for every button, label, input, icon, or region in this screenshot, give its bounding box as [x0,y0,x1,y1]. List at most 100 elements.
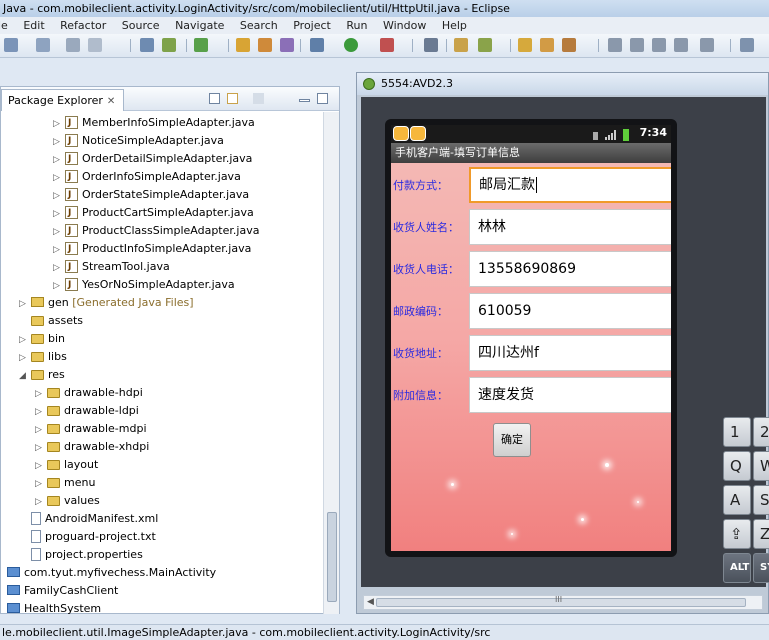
payment-input[interactable]: 邮局汇款 [469,167,671,203]
scroll-left-icon[interactable]: ◀ [367,597,374,607]
next-annotation-icon[interactable] [608,38,622,52]
minimize-icon[interactable] [299,99,310,102]
prev-annotation-icon[interactable] [630,38,644,52]
print-icon[interactable] [88,38,102,52]
debug-config-icon[interactable] [140,38,154,52]
open-folder-icon[interactable] [236,38,250,52]
key-1[interactable]: 1 [723,417,751,447]
key-a[interactable]: A [723,485,751,515]
tree-item[interactable]: ▷ StreamTool.java [53,258,170,276]
key-z[interactable]: Z [753,519,769,549]
new-package-icon[interactable] [280,38,294,52]
expand-arrow-icon[interactable]: ▷ [53,277,63,295]
tree-item[interactable]: ▷ OrderStateSimpleAdapter.java [53,186,249,204]
expand-arrow-icon[interactable]: ▷ [19,331,29,349]
expand-arrow-icon[interactable]: ▷ [35,403,45,421]
expand-arrow-icon[interactable]: ▷ [53,115,63,133]
tree-item[interactable]: ▷ drawable-mdpi [35,420,147,438]
address-input[interactable]: 四川达州f [469,335,671,371]
pencil-icon[interactable] [562,38,576,52]
refresh-icon[interactable] [478,38,492,52]
menu-navigate[interactable]: Navigate [175,17,224,34]
tree-item-libs[interactable]: ▷ libs [19,348,67,366]
tree-item[interactable]: ▷ ProductCartSimpleAdapter.java [53,204,254,222]
checkbox-icon[interactable] [194,38,208,52]
forward-icon[interactable] [700,38,714,52]
gear-icon[interactable] [310,38,324,52]
menu-help[interactable]: Help [442,17,467,34]
expand-arrow-icon[interactable]: ▷ [35,421,45,439]
close-icon[interactable]: ✕ [107,96,115,107]
expand-arrow-icon[interactable]: ▷ [53,151,63,169]
expand-arrow-icon[interactable]: ▷ [53,259,63,277]
tree-item-gen[interactable]: ▷ gen [Generated Java Files] [19,294,194,312]
postcode-input[interactable]: 610059 [469,293,671,329]
tree-item[interactable]: ▷ drawable-hdpi [35,384,143,402]
expand-arrow-icon[interactable]: ▷ [53,205,63,223]
expand-arrow-icon[interactable]: ▷ [53,223,63,241]
link-editor-icon[interactable] [227,93,238,104]
tree-item[interactable]: AndroidManifest.xml [19,510,158,528]
perspective-icon[interactable] [740,38,754,52]
shift-key-icon[interactable]: ⇪ [723,519,751,549]
tree-item[interactable]: ▷ layout [35,456,98,474]
extra-info-input[interactable]: 速度发货 [469,377,671,413]
view-menu-icon[interactable] [253,93,264,104]
tree-item[interactable]: ▷ OrderInfoSimpleAdapter.java [53,168,241,186]
tree-item[interactable]: ▷ drawable-xhdpi [35,438,149,456]
expand-arrow-icon[interactable]: ▷ [35,439,45,457]
scrollbar-thumb[interactable] [327,512,337,602]
collapse-arrow-icon[interactable]: ◢ [19,367,29,385]
tab-package-explorer[interactable]: Package Explorer ✕ [1,89,125,111]
tree-item[interactable]: ▷ OrderDetailSimpleAdapter.java [53,150,252,168]
key-sym[interactable]: SY [753,553,769,583]
expand-arrow-icon[interactable]: ▷ [35,475,45,493]
tree-item-project[interactable]: FamilyCashClient [5,582,118,600]
menu-search[interactable]: Search [240,17,278,34]
expand-arrow-icon[interactable]: ▷ [53,187,63,205]
hierarchy-icon[interactable] [454,38,468,52]
save-icon[interactable] [36,38,50,52]
tree-item-project[interactable]: HealthSystem [5,600,101,614]
emulator-hscrollbar[interactable]: ◀ III [363,595,763,610]
expand-arrow-icon[interactable]: ▷ [53,133,63,151]
expand-arrow-icon[interactable]: ▷ [35,493,45,511]
run-icon[interactable] [344,38,358,52]
tree-item-project[interactable]: com.tyut.myfivechess.MainActivity [5,564,216,582]
key-w[interactable]: W [753,451,769,481]
scrollbar-thumb[interactable]: III [376,595,746,607]
menu-source[interactable]: Source [122,17,160,34]
back-icon[interactable] [674,38,688,52]
tree-item[interactable]: project.properties [19,546,143,564]
tree-item-bin[interactable]: ▷ bin [19,330,65,348]
confirm-button[interactable]: 确定 [493,423,531,457]
tree-item-res[interactable]: ◢ res [19,366,65,384]
menu-file[interactable]: le [0,17,8,34]
tree-item-assets[interactable]: assets [19,312,83,330]
key-2[interactable]: 2 [753,417,769,447]
tree-item[interactable]: ▷ values [35,492,100,510]
folder-icon[interactable] [518,38,532,52]
key-q[interactable]: Q [723,451,751,481]
save-all-icon[interactable] [66,38,80,52]
menu-window[interactable]: Window [383,17,426,34]
maximize-icon[interactable] [317,93,328,104]
tree-item[interactable]: ▷ ProductClassSimpleAdapter.java [53,222,259,240]
collapse-all-icon[interactable] [209,93,220,104]
expand-arrow-icon[interactable]: ▷ [53,241,63,259]
tree-item[interactable]: proguard-project.txt [19,528,156,546]
key-s[interactable]: S [753,485,769,515]
key-alt[interactable]: ALT [723,553,751,583]
menu-project[interactable]: Project [293,17,331,34]
new-icon[interactable] [4,38,18,52]
search-icon[interactable] [424,38,438,52]
tree-item[interactable]: ▷ menu [35,474,95,492]
tree-item[interactable]: ▷ ProductInfoSimpleAdapter.java [53,240,251,258]
open-type-icon[interactable] [540,38,554,52]
receiver-name-input[interactable]: 林林 [469,209,671,245]
expand-arrow-icon[interactable]: ▷ [19,349,29,367]
expand-arrow-icon[interactable]: ▷ [53,169,63,187]
expand-arrow-icon[interactable]: ▷ [35,385,45,403]
android-sdk-icon[interactable] [162,38,176,52]
menu-edit[interactable]: Edit [23,17,44,34]
